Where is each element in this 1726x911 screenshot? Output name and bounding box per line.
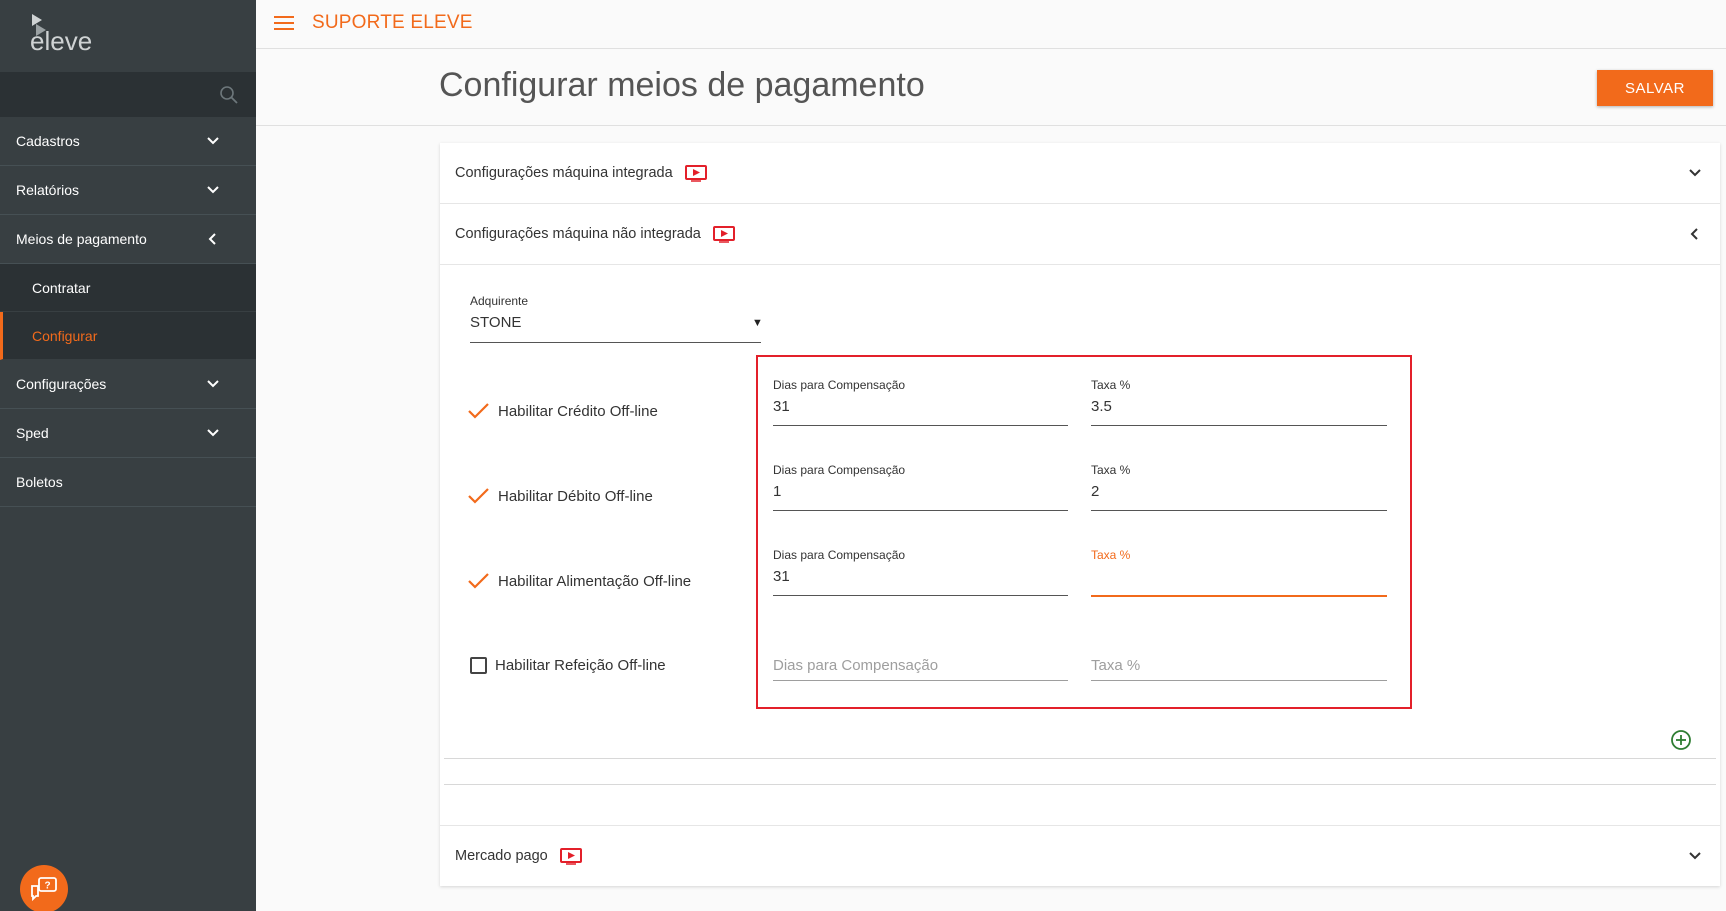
sidebar-subitem-configurar[interactable]: Configurar bbox=[0, 312, 256, 360]
acquirer-label: Adquirente bbox=[470, 294, 529, 308]
sidebar-item-sped[interactable]: Sped bbox=[0, 409, 256, 458]
acquirer-select[interactable]: STONE bbox=[470, 314, 521, 331]
video-play-icon[interactable] bbox=[712, 225, 735, 243]
sidebar-item-meios-de-pagamento[interactable]: Meios de pagamento bbox=[0, 215, 256, 264]
sidebar-item-relatorios[interactable]: Relatórios bbox=[0, 166, 256, 215]
rate-label: Taxa % bbox=[1091, 378, 1131, 392]
checkbox-unchecked-icon bbox=[470, 657, 487, 674]
sidebar-item-label: Meios de pagamento bbox=[16, 231, 147, 247]
panel-integrated-machine-header[interactable]: Configurações máquina integrada bbox=[440, 143, 1720, 204]
sidebar-item-label: Configurar bbox=[32, 327, 98, 344]
save-button[interactable]: SALVAR bbox=[1597, 70, 1713, 106]
sidebar-item-label: Sped bbox=[16, 425, 49, 441]
sidebar: eleve Cadastros Relatórios Meios de paga… bbox=[0, 0, 256, 911]
video-play-icon[interactable] bbox=[559, 847, 582, 865]
sidebar-item-boletos[interactable]: Boletos bbox=[0, 458, 256, 507]
field-underline bbox=[773, 510, 1068, 511]
divider bbox=[444, 784, 1716, 785]
food-offline-checkbox[interactable]: Habilitar Alimentação Off-line bbox=[467, 572, 691, 590]
panel-title: Mercado pago bbox=[455, 848, 548, 864]
chevron-down-icon bbox=[1689, 852, 1701, 860]
days-label: Dias para Compensação bbox=[773, 463, 906, 477]
app-title: SUPORTE ELEVE bbox=[312, 12, 473, 33]
credit-rate-input[interactable]: 3.5 bbox=[1091, 398, 1112, 415]
panel-mercado-pago-header[interactable]: Mercado pago bbox=[440, 825, 1720, 886]
help-chat-button[interactable]: ? bbox=[20, 865, 68, 911]
chevron-down-icon bbox=[207, 137, 219, 145]
meal-rate-input[interactable]: Taxa % bbox=[1091, 657, 1140, 674]
debit-rate-input[interactable]: 2 bbox=[1091, 483, 1099, 500]
meal-days-input[interactable]: Dias para Compensação bbox=[773, 657, 938, 674]
chevron-left-icon bbox=[1690, 228, 1698, 240]
sidebar-item-label: Boletos bbox=[16, 474, 63, 490]
dropdown-arrow-icon[interactable]: ▼ bbox=[752, 317, 763, 329]
sidebar-nav: Cadastros Relatórios Meios de pagamento … bbox=[0, 117, 256, 507]
field-underline bbox=[1091, 680, 1387, 681]
sidebar-item-cadastros[interactable]: Cadastros bbox=[0, 117, 256, 166]
video-play-icon[interactable] bbox=[684, 164, 707, 182]
sidebar-item-label: Cadastros bbox=[16, 133, 80, 149]
highlight-box bbox=[756, 355, 1412, 709]
food-days-input[interactable]: 31 bbox=[773, 568, 790, 585]
svg-text:eleve: eleve bbox=[30, 26, 92, 55]
checkbox-label: Habilitar Alimentação Off-line bbox=[498, 572, 692, 590]
sidebar-item-label: Contratar bbox=[32, 279, 91, 296]
sidebar-item-label: Configurações bbox=[16, 376, 107, 392]
add-circle-icon[interactable] bbox=[1670, 729, 1692, 751]
rate-label-focused: Taxa % bbox=[1091, 548, 1131, 562]
chevron-down-icon bbox=[207, 380, 219, 388]
divider bbox=[444, 758, 1716, 759]
debit-days-input[interactable]: 1 bbox=[773, 483, 781, 500]
check-icon bbox=[468, 403, 489, 419]
check-icon bbox=[468, 488, 489, 504]
days-label: Dias para Compensação bbox=[773, 548, 906, 562]
food-rate-input[interactable] bbox=[1091, 568, 1387, 590]
menu-icon[interactable] bbox=[274, 15, 294, 31]
search-icon[interactable] bbox=[219, 85, 239, 105]
checkbox-label: Habilitar Refeição Off-line bbox=[495, 657, 666, 674]
sidebar-item-configuracoes[interactable]: Configurações bbox=[0, 360, 256, 409]
panel-non-integrated-machine-header[interactable]: Configurações máquina não integrada bbox=[440, 204, 1720, 265]
field-underline bbox=[773, 595, 1068, 596]
field-underline bbox=[1091, 510, 1387, 511]
meal-offline-checkbox[interactable]: Habilitar Refeição Off-line bbox=[467, 657, 666, 674]
debit-offline-checkbox[interactable]: Habilitar Débito Off-line bbox=[467, 487, 653, 505]
rate-label: Taxa % bbox=[1091, 463, 1131, 477]
chevron-left-icon bbox=[208, 233, 216, 245]
field-underline bbox=[773, 680, 1068, 681]
field-underline bbox=[1091, 425, 1387, 426]
chevron-down-icon bbox=[207, 186, 219, 194]
panel-title: Configurações máquina integrada bbox=[455, 165, 673, 181]
field-underline-focused bbox=[1091, 595, 1387, 597]
check-icon bbox=[468, 573, 489, 589]
page-title: Configurar meios de pagamento bbox=[439, 66, 925, 104]
chat-help-icon: ? bbox=[31, 877, 57, 902]
sidebar-subitem-contratar[interactable]: Contratar bbox=[0, 264, 256, 312]
acquirer-underline bbox=[470, 342, 761, 343]
chevron-down-icon bbox=[1689, 169, 1701, 177]
sidebar-search-bar[interactable] bbox=[0, 72, 256, 117]
checkbox-label: Habilitar Crédito Off-line bbox=[498, 402, 658, 420]
page-header: Configurar meios de pagamento SALVAR bbox=[256, 50, 1726, 126]
panel-title: Configurações máquina não integrada bbox=[455, 226, 701, 242]
svg-text:?: ? bbox=[45, 881, 51, 892]
days-label: Dias para Compensação bbox=[773, 378, 906, 392]
field-underline bbox=[773, 425, 1068, 426]
chevron-down-icon bbox=[207, 429, 219, 437]
credit-offline-checkbox[interactable]: Habilitar Crédito Off-line bbox=[467, 402, 658, 420]
top-app-bar: SUPORTE ELEVE bbox=[256, 0, 1726, 49]
checkbox-label: Habilitar Débito Off-line bbox=[498, 487, 653, 505]
eleve-logo[interactable]: eleve bbox=[28, 10, 108, 56]
sidebar-item-label: Relatórios bbox=[16, 182, 80, 198]
credit-days-input[interactable]: 31 bbox=[773, 398, 790, 415]
